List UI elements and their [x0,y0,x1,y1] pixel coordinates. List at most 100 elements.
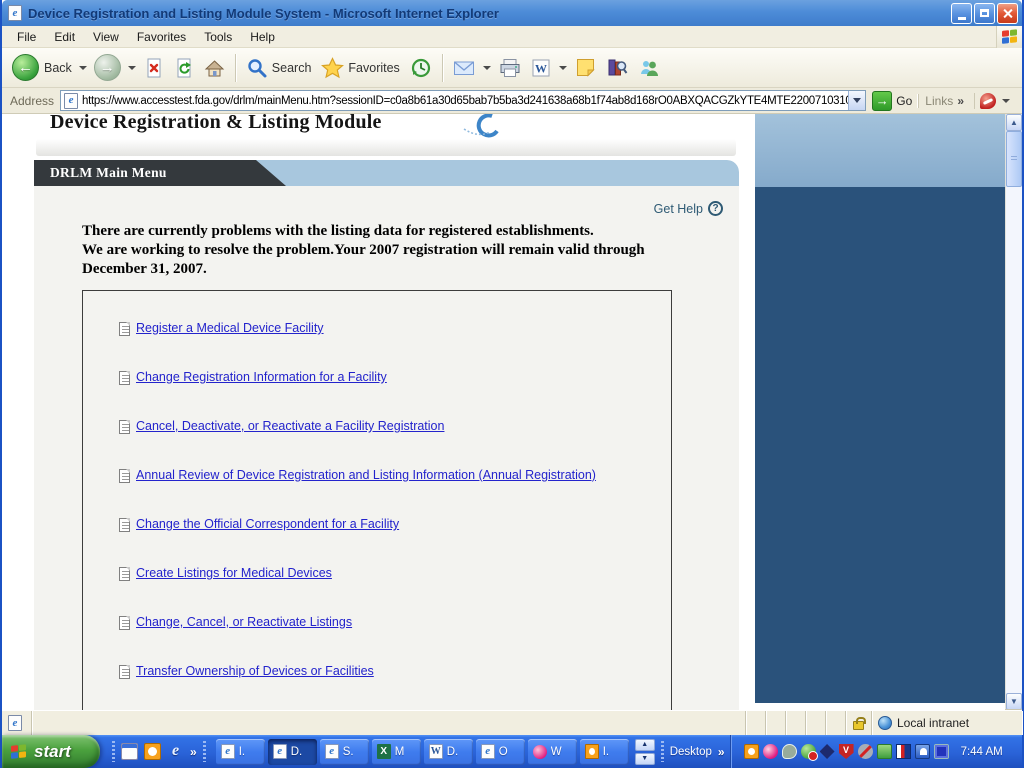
print-button[interactable] [494,55,526,81]
fda-furls-logo [463,114,499,138]
quick-launch-clock-icon[interactable] [144,743,161,760]
address-url: https://www.accesstest.fda.gov/drlm/main… [82,94,849,107]
forward-button[interactable] [90,52,125,83]
link-create-listings[interactable]: Create Listings for Medical Devices [136,566,332,581]
antivirus-shield-icon[interactable]: V [838,744,854,759]
refresh-button[interactable] [169,55,199,81]
toolbar-grip[interactable] [112,741,115,762]
link-annual-review[interactable]: Annual Review of Device Registration and… [136,468,596,483]
list-item: Register a Medical Device Facility [119,321,671,370]
word-icon: W [532,59,550,76]
help-question-icon[interactable]: ? [708,201,723,216]
link-transfer-ownership[interactable]: Transfer Ownership of Devices or Facilit… [136,664,374,679]
ie-app-icon [8,5,22,21]
close-button[interactable] [997,2,1018,24]
back-button[interactable]: Back [8,52,76,83]
updates-icon[interactable] [876,744,892,759]
task-button-ie-1[interactable]: I. [215,738,265,765]
taskbar-clock[interactable]: 7:44 AM [961,746,1003,758]
link-cancel-registration[interactable]: Cancel, Deactivate, or Reactivate a Faci… [136,419,444,434]
desktop-chevron-icon[interactable]: » [718,745,725,759]
network-monitor-icon[interactable] [933,744,949,759]
links-toolbar[interactable]: Links » [918,93,970,108]
desktop-label[interactable]: Desktop [670,746,712,758]
sidebar-lightblue-band [755,114,1005,187]
go-arrow-icon [872,90,893,111]
key-icon[interactable] [819,744,835,759]
link-change-registration[interactable]: Change Registration Information for a Fa… [136,370,387,385]
show-desktop-icon[interactable] [121,743,138,760]
back-label: Back [44,60,72,75]
menu-edit[interactable]: Edit [45,27,84,47]
scroll-up-button[interactable]: ▲ [1006,114,1022,131]
offline-status-icon[interactable] [800,744,818,761]
forward-arrow-icon [93,54,121,81]
list-item: Change Registration Information for a Fa… [119,370,671,419]
scroll-down-button[interactable]: ▼ [1006,693,1022,710]
address-dropdown-button[interactable] [848,91,866,110]
menu-bar: File Edit View Favorites Tools Help [2,26,1022,48]
messenger-button[interactable] [633,54,665,81]
history-button[interactable] [405,54,437,82]
stop-button[interactable] [139,55,169,81]
taskbar-scroll-down[interactable]: ▼ [634,752,655,765]
link-register-facility[interactable]: Register a Medical Device Facility [136,321,324,336]
right-sidebar [755,114,1005,710]
get-help-link[interactable]: Get Help ? [654,201,723,216]
edit-notes-button[interactable] [570,54,601,81]
clock-icon[interactable] [743,744,759,759]
browser-viewport: Device Registration & Listing Module DRL… [2,114,1022,710]
back-dropdown[interactable] [78,65,87,70]
task-button-ie-3[interactable]: S. [319,738,369,765]
task-button-ie-4[interactable]: O [475,738,525,765]
security-agent-icon[interactable] [914,744,930,759]
links-chevron-icon[interactable]: » [957,94,964,108]
search-button[interactable]: Search [241,54,317,82]
no-access-icon[interactable] [857,744,873,759]
quick-launch-chevron-icon[interactable]: » [190,745,197,759]
mail-dropdown[interactable] [482,65,491,70]
task-button-excel[interactable]: M [371,738,421,765]
research-button[interactable] [601,54,633,81]
vertical-scrollbar[interactable]: ▲ ▼ [1005,114,1022,710]
taskbar-scroll-up[interactable]: ▲ [634,738,655,751]
windows-flag-icon [1001,29,1018,45]
address-input[interactable]: https://www.accesstest.fda.gov/drlm/main… [60,90,867,111]
menu-view[interactable]: View [84,27,128,47]
messenger-bubble-icon[interactable] [781,744,797,759]
menu-help[interactable]: Help [241,27,284,47]
research-books-icon [608,59,628,76]
browser-window: Device Registration and Listing Module S… [0,0,1024,768]
task-button-webex[interactable]: W [527,738,577,765]
home-button[interactable] [199,55,230,81]
edit-with-word-button[interactable]: W [526,55,556,81]
flag-icon[interactable] [895,744,911,759]
forward-dropdown[interactable] [127,65,136,70]
link-change-correspondent[interactable]: Change the Official Correspondent for a … [136,517,399,532]
task-button-word[interactable]: D. [423,738,473,765]
quick-launch-ie-icon[interactable]: e [167,743,184,760]
link-change-listings[interactable]: Change, Cancel, or Reactivate Listings [136,615,352,630]
minimize-button[interactable] [951,2,972,24]
go-label: Go [896,93,913,108]
scrollbar-thumb[interactable] [1006,131,1022,187]
go-button[interactable]: Go [872,90,913,111]
toolbar-grip[interactable] [660,741,664,762]
word-dropdown[interactable] [558,65,567,70]
webex-icon[interactable] [762,744,778,759]
mail-button[interactable] [448,56,480,80]
menu-favorites[interactable]: Favorites [128,27,195,47]
adobe-pdf-dropdown[interactable] [1002,98,1010,103]
ssl-lock-pane [846,711,872,735]
favorites-button[interactable]: Favorites [316,54,404,82]
padlock-icon [853,716,866,730]
menu-file[interactable]: File [8,27,45,47]
toolbar-grip[interactable] [202,741,206,762]
task-button-ie-2-active[interactable]: D. [267,738,317,765]
start-button[interactable]: start [2,735,100,768]
restore-button[interactable] [974,2,995,24]
menu-tools[interactable]: Tools [195,27,241,47]
adobe-pdf-button[interactable] [974,92,1018,109]
scrollbar-track[interactable] [1006,131,1022,693]
task-button-clock-app[interactable]: I. [579,738,629,765]
